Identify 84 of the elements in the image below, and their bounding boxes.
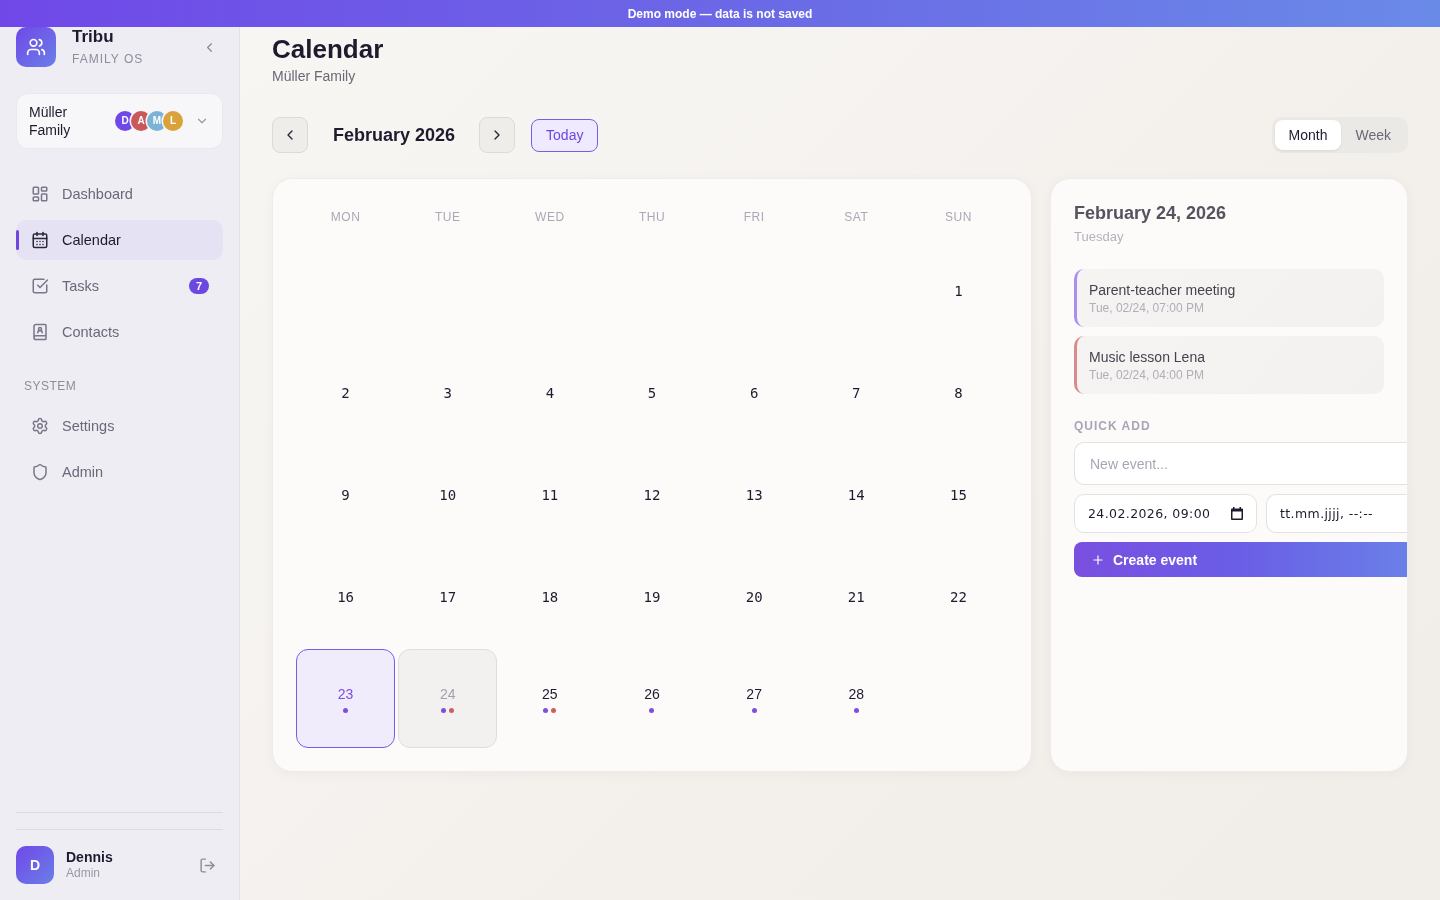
previous-month-button[interactable]	[272, 117, 308, 153]
panel-weekday: Tuesday	[1074, 229, 1125, 245]
day-cell[interactable]: 21	[806, 547, 906, 646]
user-role: Admin	[66, 866, 101, 881]
calendar-icon	[31, 231, 49, 249]
weekday-label: THU	[638, 210, 666, 224]
user-name: Dennis	[66, 849, 114, 866]
day-cell[interactable]: 7	[806, 343, 906, 442]
family-switcher[interactable]: Müller Family D A M L	[16, 93, 223, 149]
day-cell[interactable]: 18	[500, 547, 600, 646]
day-cell[interactable]: 23	[296, 649, 396, 748]
view-tab[interactable]: Month	[1274, 120, 1342, 150]
day-cell[interactable]: 13	[704, 445, 804, 544]
count-badge: 7	[189, 278, 209, 294]
logout-icon[interactable]	[199, 856, 216, 874]
day-cell[interactable]: 4	[500, 343, 600, 442]
day-cell[interactable]: 16	[296, 547, 396, 646]
user-avatar: D	[16, 846, 54, 884]
nav-item[interactable]: Dashboard	[16, 174, 223, 214]
nav-item[interactable]: Tasks 7	[16, 266, 223, 306]
day-cell[interactable]: 26	[602, 649, 702, 748]
day-cell[interactable]: 10	[398, 445, 498, 544]
page-subtitle: Müller Family	[272, 67, 357, 85]
next-month-button[interactable]	[479, 117, 516, 153]
shield-icon	[31, 463, 49, 481]
member-avatar: A	[131, 111, 151, 131]
event-card[interactable]: Music lesson Lena Tue, 02/24, 04:00 PM	[1074, 336, 1384, 394]
day-cell[interactable]: 1	[908, 241, 1008, 340]
calendar-icon[interactable]	[1231, 507, 1243, 520]
event-time: Tue, 02/24, 07:00 PM	[1089, 300, 1205, 316]
grid-icon	[31, 185, 49, 203]
panel-date: February 24, 2026	[1074, 202, 1228, 224]
banner-text: Demo mode — data is not saved	[627, 6, 813, 21]
end-date-field[interactable]: tt.mm.jjjj, --:--	[1266, 494, 1407, 533]
contact-book-icon	[31, 323, 49, 341]
weekday-label: SUN	[945, 210, 972, 224]
day-cell[interactable]: 22	[908, 547, 1008, 646]
section-label: SYSTEM	[24, 378, 78, 394]
weekday-label: WED	[535, 210, 565, 224]
member-avatar: L	[163, 111, 183, 131]
settings-icon	[31, 417, 49, 435]
member-avatar: D	[115, 111, 135, 131]
brand-name: Tribu	[72, 27, 115, 47]
event-card[interactable]: Parent-teacher meeting Tue, 02/24, 07:00 PM	[1074, 269, 1384, 327]
day-cell[interactable]: 15	[908, 445, 1008, 544]
section-label: QUICK ADD	[1074, 418, 1152, 434]
day-cell[interactable]: 2	[296, 343, 396, 442]
users-icon	[16, 27, 56, 67]
month-label: February 2026	[333, 124, 456, 146]
page-title: Calendar	[272, 33, 385, 65]
weekday-label: MON	[330, 210, 361, 224]
today-button[interactable]: Today	[531, 118, 599, 152]
event-title: Parent-teacher meeting	[1089, 281, 1237, 299]
start-date-field[interactable]: 24.02.2026, 09:00	[1074, 494, 1257, 533]
weekday-label: SAT	[844, 210, 869, 224]
create-event-button[interactable]: Create event	[1074, 542, 1407, 577]
day-cell[interactable]: 9	[296, 445, 396, 544]
brand-tagline: FAMILY OS	[72, 51, 145, 67]
day-cell[interactable]: 20	[704, 547, 804, 646]
day-cell[interactable]: 8	[908, 343, 1008, 442]
day-cell[interactable]: 28	[806, 649, 906, 748]
event-title: Music lesson Lena	[1089, 348, 1206, 366]
day-cell[interactable]: 12	[602, 445, 702, 544]
day-cell[interactable]: 17	[398, 547, 498, 646]
nav-item[interactable]: Calendar	[16, 220, 223, 260]
event-title-field[interactable]: New event...	[1074, 442, 1407, 485]
weekday-label: FRI	[743, 210, 765, 224]
weekday-label: TUE	[434, 210, 461, 224]
day-cell[interactable]: 19	[602, 547, 702, 646]
checkbox-icon	[31, 277, 49, 295]
plus-icon	[1091, 552, 1105, 567]
day-cell[interactable]: 27	[704, 649, 804, 748]
nav-item[interactable]: Settings	[16, 406, 223, 446]
day-cell[interactable]: 11	[500, 445, 600, 544]
view-tab[interactable]: Week	[1341, 120, 1405, 150]
day-cell[interactable]: 25	[500, 649, 600, 748]
day-cell[interactable]: 6	[704, 343, 804, 442]
member-avatar: M	[147, 111, 167, 131]
nav-item[interactable]: Contacts	[16, 312, 223, 352]
event-time: Tue, 02/24, 04:00 PM	[1089, 367, 1205, 383]
day-cell[interactable]: 14	[806, 445, 906, 544]
day-cell[interactable]: 3	[398, 343, 498, 442]
nav-item[interactable]: Admin	[16, 452, 223, 492]
day-cell[interactable]: 5	[602, 343, 702, 442]
